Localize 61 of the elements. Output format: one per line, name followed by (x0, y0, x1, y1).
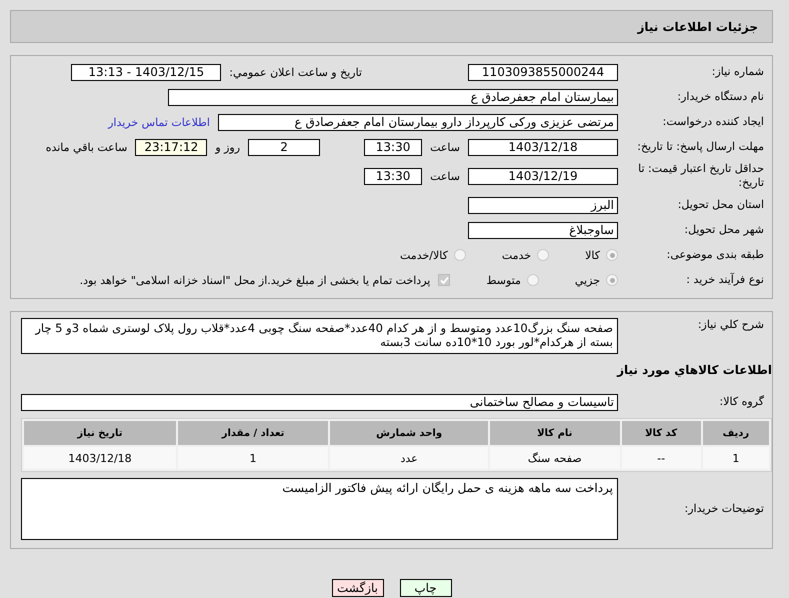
field-label: شماره نیاز: (710, 65, 765, 79)
field-label: طبقه بندی موضوعی: (666, 248, 765, 262)
field-label: مهلت ارسال پاسخ: تا تاریخ: (636, 140, 765, 154)
table-cell: 1403/12/18 (24, 447, 176, 469)
countdown-field[interactable]: 23:17:12 (135, 138, 208, 156)
page-header: جزئیات اطلاعات نیاز (10, 10, 773, 43)
radio-button[interactable] (454, 249, 466, 261)
table-cell: 1 (702, 447, 769, 469)
column-header: واحد شمارش (330, 421, 488, 445)
print-button[interactable]: چاپ (400, 579, 452, 597)
notes-box[interactable]: پرداخت سه ماهه هزینه ی حمل رایگان ارائه پیش فاکتور الزامیست (21, 478, 618, 540)
table-cell: عدد (330, 447, 488, 469)
input-field[interactable]: تاسیسات و مصالح ساختمانی (21, 394, 618, 410)
radio-button[interactable] (606, 274, 618, 286)
section-heading: اطلاعات کالاهاي مورد نیاز (617, 363, 772, 377)
column-header: ردیف (702, 421, 769, 445)
field-label: استان محل تحویل: (676, 198, 765, 212)
radio-label: کالا/خدمت (400, 248, 448, 262)
back-button[interactable]: بازگشت (332, 579, 384, 597)
field-label: نام دستگاه خریدار: (676, 90, 765, 104)
field-label: شهر محل تحویل: (683, 223, 765, 237)
field-label: ساعت باقي مانده (46, 140, 128, 154)
table-cell: 1 (178, 447, 328, 469)
field-label: ساعت (430, 140, 460, 154)
input-field[interactable]: بیمارستان امام جعفرصادق ع (168, 88, 618, 106)
field-label: شرح کلي نیاز: (696, 318, 765, 332)
field-label: تاریخ و ساعت اعلان عمومي: (229, 66, 362, 78)
radio-button[interactable] (526, 274, 539, 286)
radio-button[interactable] (537, 249, 550, 261)
column-header: تعداد / مقدار (178, 421, 328, 445)
checkbox-label: پرداخت تمام یا بخشی از مبلغ خرید.از محل "اسناد خزانه اسلامی" خواهد بود. (80, 274, 430, 286)
field-label: ساعت (430, 170, 460, 182)
input-field[interactable]: ساوجبلاغ (468, 222, 618, 238)
input-field[interactable]: البرز (468, 196, 618, 214)
field-label: گروه کالا: (718, 395, 765, 409)
radio-button[interactable] (606, 249, 618, 261)
table-cell: صفحه سنگ (490, 447, 620, 469)
radio-label: جزیي (574, 274, 600, 286)
input-field[interactable]: 1103093855000244 (468, 64, 618, 80)
description-box[interactable]: صفحه سنگ بزرگ10عدد ومتوسط و از هر کدام 40عدد*صفحه سنگ چوبی 4عدد*قلاب رول پلاک لوستری شماه 3و 5 چار بسته از هرکدام*لور بورد 10*10ده سانت 3بسته (21, 318, 618, 354)
input-field[interactable]: 2 (248, 138, 320, 156)
input-field[interactable]: 13:30 (364, 168, 422, 184)
field-label: ایجاد کننده درخواست: (662, 115, 765, 129)
radio-label: کالا (585, 248, 600, 262)
radio-label: خدمت (502, 248, 532, 262)
field-label: نوع فرآیند خرید : (685, 273, 765, 287)
field-label: توضیحات خریدار: (684, 502, 765, 516)
column-header: کد کالا (622, 421, 701, 445)
field-label: روز و (215, 140, 240, 154)
input-field[interactable]: 1403/12/18 (468, 138, 618, 156)
field-label: حداقل تاریخ اعتبار قیمت: تا تاریخ: (637, 162, 765, 190)
column-header: نام کالا (490, 421, 620, 445)
input-field[interactable]: مرتضی عزیزی ورکی کارپرداز دارو بیمارستان امام جعفرصادق ع (218, 114, 618, 130)
table-cell: -- (622, 447, 701, 469)
column-header: تاریخ نیاز (24, 421, 176, 445)
radio-label: متوسط (486, 274, 521, 286)
checkbox[interactable] (438, 274, 450, 286)
input-field[interactable]: 1403/12/15 - 13:13 (71, 64, 222, 80)
contact-link[interactable]: اطلاعات تماس خریدار (108, 116, 210, 128)
input-field[interactable]: 1403/12/19 (468, 168, 618, 184)
input-field[interactable]: 13:30 (364, 138, 422, 156)
